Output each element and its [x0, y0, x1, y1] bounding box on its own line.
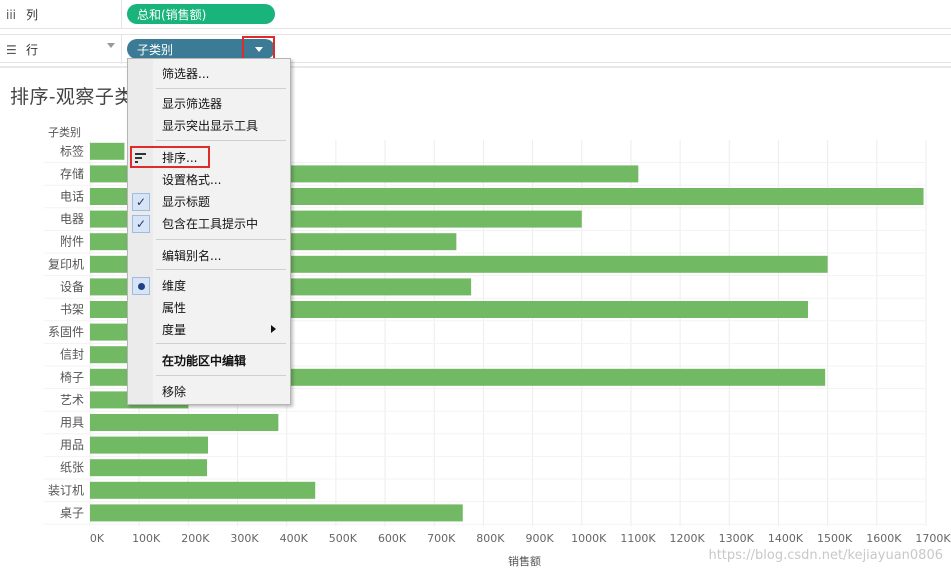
menu-item-11[interactable]: 度量 [128, 319, 290, 340]
category-label: 附件 [60, 235, 84, 249]
category-label: 用具 [60, 416, 84, 430]
menu-item-8[interactable]: 编辑别名... [128, 245, 290, 266]
category-label: 信封 [60, 348, 84, 362]
menu-item-label: 显示标题 [162, 195, 211, 209]
x-tick-label: 800K [476, 532, 505, 545]
menu-item-5[interactable]: 设置格式... [128, 169, 290, 190]
radio-dot [137, 282, 145, 290]
menu-item-label: 显示突出显示工具 [162, 119, 259, 133]
menu-separator [156, 269, 286, 270]
category-label: 复印机 [48, 257, 84, 271]
category-label: 书架 [60, 303, 84, 317]
x-tick-label: 600K [378, 532, 407, 545]
x-tick-label: 1000K [571, 532, 607, 545]
menu-separator [156, 88, 286, 89]
menu-item-label: 筛选器... [162, 67, 210, 81]
pill-context-menu: 筛选器... 显示筛选器显示突出显示工具 排序... 设置格式... ✓ 显示标题 ✓ 包含在… [127, 58, 291, 405]
x-tick-label: 700K [427, 532, 456, 545]
menu-item-label: 在功能区中编辑 [162, 354, 247, 368]
menu-item-9[interactable]: 维度 [128, 275, 290, 296]
check-icon: ✓ [132, 215, 150, 233]
menu-item-10[interactable]: 属性 [128, 297, 290, 318]
menu-item-label: 维度 [162, 279, 187, 293]
menu-separator [156, 375, 286, 376]
category-label: 电器 [60, 212, 84, 226]
menu-item-label: 排序... [162, 151, 198, 165]
x-tick-label: 1600K [866, 532, 902, 545]
menu-item-label: 移除 [162, 385, 187, 399]
menu-item-13[interactable]: 移除 [128, 381, 290, 402]
bar[interactable] [90, 504, 463, 522]
x-axis-title: 销售额 [508, 555, 541, 568]
menu-item-7[interactable]: ✓ 包含在工具提示中 [128, 213, 290, 234]
menu-item-3[interactable]: 显示突出显示工具 [128, 115, 290, 136]
menu-item-label: 显示筛选器 [162, 97, 223, 111]
x-tick-label: 1500K [817, 532, 853, 545]
x-tick-label: 1100K [620, 532, 656, 545]
bar[interactable] [90, 414, 279, 431]
menu-item-label: 属性 [162, 301, 187, 315]
menu-separator [156, 343, 286, 344]
submenu-arrow-icon [271, 325, 276, 333]
category-label: 存储 [60, 166, 84, 181]
x-tick-label: 900K [525, 532, 554, 545]
x-tick-label: 1200K [670, 532, 706, 545]
category-label: 纸张 [60, 461, 84, 475]
bar[interactable] [90, 142, 125, 160]
x-tick-label: 100K [132, 532, 161, 545]
category-label: 用品 [60, 438, 84, 452]
radio-icon [132, 277, 150, 295]
menu-item-2[interactable]: 显示筛选器 [128, 93, 290, 114]
sort-icon [132, 149, 150, 167]
check-icon: ✓ [132, 193, 150, 211]
menu-item-6[interactable]: ✓ 显示标题 [128, 191, 290, 212]
category-label: 电话 [60, 190, 84, 204]
bar[interactable] [90, 459, 208, 477]
bar[interactable] [90, 436, 209, 454]
x-tick-label: 500K [329, 532, 358, 545]
menu-item-label: 度量 [162, 323, 187, 337]
x-tick-label: 400K [280, 532, 309, 545]
x-tick-label: 1300K [719, 532, 755, 545]
x-tick-label: 1400K [768, 532, 804, 545]
x-tick-label: 300K [230, 532, 259, 545]
x-tick-label: 0K [90, 532, 105, 545]
category-label: 标签 [60, 143, 84, 158]
menu-separator [156, 239, 286, 240]
category-label: 系固件 [48, 325, 84, 339]
bar[interactable] [90, 481, 316, 499]
category-label: 艺术 [60, 393, 84, 407]
menu-separator [156, 140, 286, 141]
watermark: https://blog.csdn.net/kejiayuan0806 [708, 548, 943, 563]
x-tick-label: 200K [181, 532, 210, 545]
category-label: 桌子 [60, 506, 84, 520]
menu-item-label: 设置格式... [162, 173, 222, 187]
menu-item-label: 包含在工具提示中 [162, 217, 259, 231]
menu-item-12[interactable]: 在功能区中编辑 [128, 350, 290, 371]
menu-item-4[interactable]: 排序... [128, 147, 290, 168]
category-label: 装订机 [48, 483, 84, 497]
menu-item-1[interactable]: 筛选器... [128, 63, 290, 84]
category-label: 椅子 [60, 370, 84, 384]
menu-item-label: 编辑别名... [162, 249, 222, 263]
x-tick-label: 1700K [915, 532, 951, 545]
category-label: 设备 [60, 280, 84, 294]
